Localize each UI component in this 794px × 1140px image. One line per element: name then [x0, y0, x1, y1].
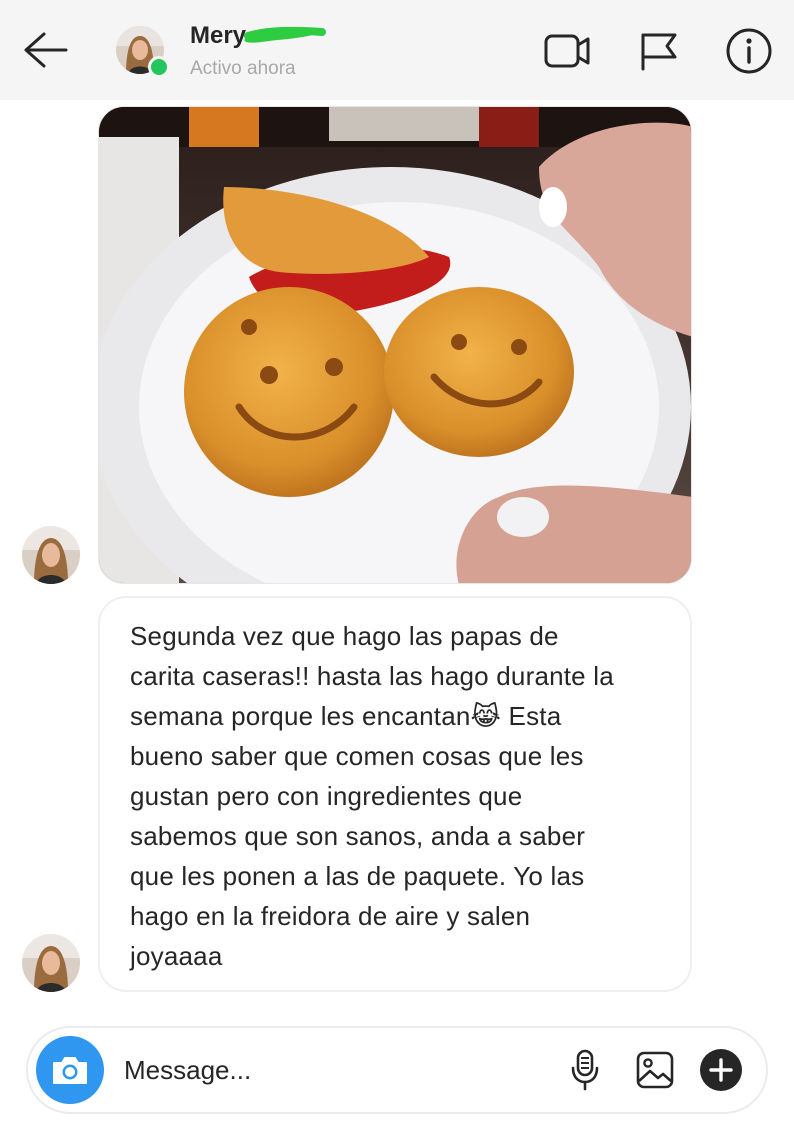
photo-message[interactable]: [98, 106, 692, 584]
food-photo: [99, 107, 691, 583]
microphone-icon: [571, 1049, 599, 1091]
gallery-button[interactable]: [632, 1046, 678, 1094]
message-line: sabemos que son sanos, anda a saber: [130, 821, 586, 851]
info-button[interactable]: [724, 26, 774, 76]
flag-icon: [641, 33, 677, 71]
sender-avatar[interactable]: [22, 934, 80, 992]
video-camera-icon: [544, 34, 590, 68]
camera-icon: [53, 1057, 87, 1084]
message-input[interactable]: [124, 1048, 544, 1092]
message-line: hago en la freidora de aire y salen: [130, 901, 531, 931]
message-text: Segunda vez que hago las papas de carita…: [130, 616, 662, 976]
info-icon: [726, 28, 772, 74]
video-call-button[interactable]: [542, 26, 592, 76]
message-line: carita caseras!! hasta las hago durante …: [130, 661, 614, 691]
redaction-scribble: [244, 26, 326, 43]
message-line: que les ponen a las de paquete. Yo las: [130, 861, 585, 891]
sender-avatar[interactable]: [22, 526, 80, 584]
voice-message-button[interactable]: [562, 1046, 608, 1094]
message-line: gustan pero con ingredientes que: [130, 781, 523, 811]
online-indicator: [148, 56, 170, 78]
text-message-bubble[interactable]: Segunda vez que hago las papas de carita…: [98, 596, 692, 992]
message-line: Segunda vez que hago las papas de: [130, 621, 559, 651]
message-composer: [26, 1026, 768, 1114]
contact-status: Activo ahora: [190, 58, 296, 79]
message-line: bueno saber que comen cosas que les: [130, 741, 584, 771]
more-options-button[interactable]: [698, 1046, 744, 1094]
camera-button[interactable]: [36, 1036, 104, 1104]
image-gallery-icon: [636, 1051, 674, 1089]
report-button[interactable]: [634, 26, 684, 76]
arrow-left-icon: [24, 32, 68, 68]
message-line: semana porque les encantan😹 Esta: [130, 701, 562, 731]
plus-circle-icon: [700, 1049, 742, 1091]
chat-header: Mery Activo ahora: [0, 0, 794, 100]
message-line: joyaaaa: [130, 941, 223, 971]
back-button[interactable]: [18, 28, 72, 72]
